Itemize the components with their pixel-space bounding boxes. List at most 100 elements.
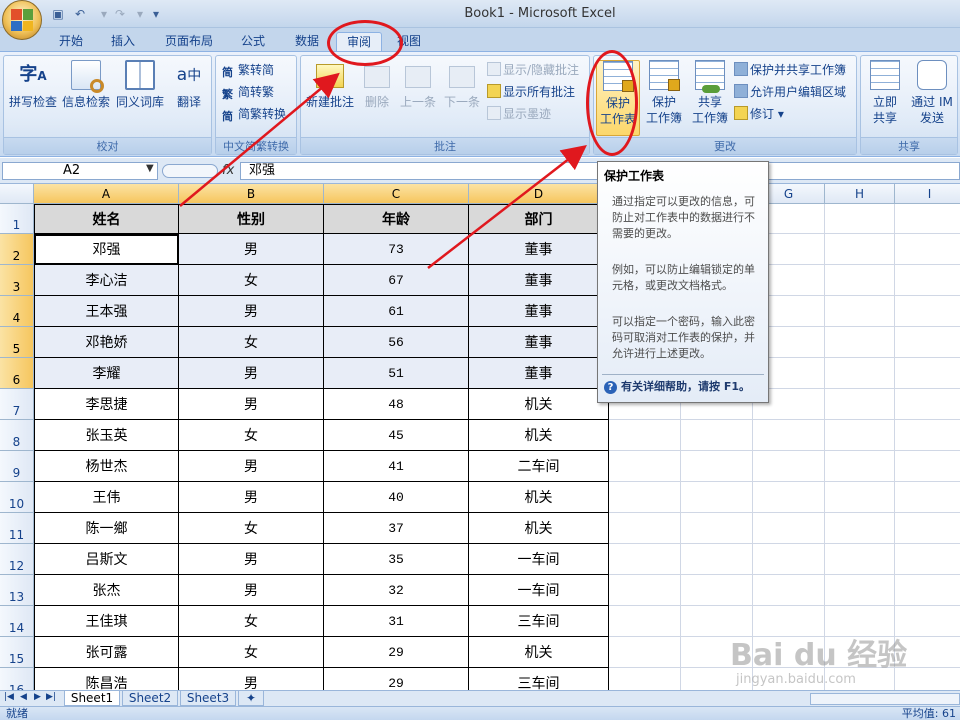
next-comment-button[interactable]: 下一条 (441, 60, 483, 110)
share-now-button[interactable]: 立即 共享 (865, 60, 905, 126)
column-header[interactable]: C (324, 184, 469, 204)
table-cell[interactable]: 男 (179, 451, 324, 482)
table-cell[interactable]: 三车间 (469, 668, 609, 690)
table-cell[interactable]: 29 (324, 668, 469, 690)
table-cell[interactable]: 35 (324, 544, 469, 575)
table-header-cell[interactable]: 年龄 (324, 204, 469, 234)
table-header-cell[interactable]: 性别 (179, 204, 324, 234)
table-cell[interactable]: 邓强 (34, 234, 179, 265)
table-cell[interactable]: 31 (324, 606, 469, 637)
redo-dropdown-icon[interactable]: ▾ (132, 6, 148, 22)
table-cell[interactable]: 29 (324, 637, 469, 668)
row-header[interactable]: 8 (0, 420, 34, 451)
formula-bar-handle[interactable] (162, 164, 218, 178)
table-cell[interactable]: 陈昌浩 (34, 668, 179, 690)
table-cell[interactable]: 女 (179, 420, 324, 451)
table-cell[interactable]: 32 (324, 575, 469, 606)
table-cell[interactable]: 37 (324, 513, 469, 544)
table-header-cell[interactable]: 部门 (469, 204, 609, 234)
tab-home[interactable]: 开始 (50, 32, 92, 52)
horizontal-scrollbar[interactable] (810, 693, 960, 705)
translate-button[interactable]: a中 翻译 (168, 60, 210, 110)
trad-to-simp-button[interactable]: 简繁转简 (222, 60, 274, 80)
row-header[interactable]: 7 (0, 389, 34, 420)
table-cell[interactable]: 机关 (469, 389, 609, 420)
table-cell[interactable]: 男 (179, 544, 324, 575)
table-cell[interactable]: 一车间 (469, 575, 609, 606)
table-cell[interactable]: 董事 (469, 296, 609, 327)
sheet-tab[interactable]: Sheet1 (64, 691, 120, 706)
table-cell[interactable]: 二车间 (469, 451, 609, 482)
insert-function-icon[interactable]: fx (222, 163, 234, 178)
row-header[interactable]: 10 (0, 482, 34, 513)
table-cell[interactable]: 王佳琪 (34, 606, 179, 637)
column-header[interactable]: I (895, 184, 960, 204)
row-header[interactable]: 9 (0, 451, 34, 482)
undo-dropdown-icon[interactable]: ▾ (96, 6, 112, 22)
table-cell[interactable]: 61 (324, 296, 469, 327)
sheet-tab[interactable]: Sheet2 (122, 691, 178, 706)
row-header[interactable]: 6 (0, 358, 34, 389)
column-header[interactable]: H (825, 184, 895, 204)
table-cell[interactable]: 董事 (469, 234, 609, 265)
track-changes-button[interactable]: 修订 ▾ (734, 104, 784, 124)
convert-button[interactable]: 简简繁转换 (222, 104, 286, 124)
name-box-dropdown-icon[interactable]: ▼ (146, 163, 154, 174)
row-header[interactable]: 5 (0, 327, 34, 358)
previous-comment-button[interactable]: 上一条 (397, 60, 439, 110)
sheet-tab[interactable]: Sheet3 (180, 691, 236, 706)
delete-comment-button[interactable]: 删除 (359, 60, 395, 110)
row-header[interactable]: 14 (0, 606, 34, 637)
table-cell[interactable]: 女 (179, 265, 324, 296)
table-cell[interactable]: 机关 (469, 482, 609, 513)
table-cell[interactable]: 董事 (469, 358, 609, 389)
table-cell[interactable]: 张玉英 (34, 420, 179, 451)
table-cell[interactable]: 67 (324, 265, 469, 296)
table-cell[interactable]: 40 (324, 482, 469, 513)
row-header[interactable]: 16 (0, 668, 34, 690)
name-box[interactable]: A2 (2, 162, 158, 180)
table-cell[interactable]: 王伟 (34, 482, 179, 513)
office-button[interactable] (2, 0, 42, 40)
table-header-cell[interactable]: 姓名 (34, 204, 179, 234)
show-all-comments-button[interactable]: 显示所有批注 (487, 82, 575, 102)
table-cell[interactable]: 机关 (469, 637, 609, 668)
insert-sheet-button[interactable]: ✦ (238, 691, 264, 706)
table-cell[interactable]: 女 (179, 327, 324, 358)
table-cell[interactable]: 女 (179, 606, 324, 637)
table-cell[interactable]: 48 (324, 389, 469, 420)
table-cell[interactable]: 机关 (469, 513, 609, 544)
table-cell[interactable]: 男 (179, 482, 324, 513)
table-cell[interactable]: 男 (179, 234, 324, 265)
last-sheet-icon[interactable]: ▶| (46, 692, 56, 702)
send-im-button[interactable]: 通过 IM 发送 (907, 60, 957, 126)
table-cell[interactable]: 吕斯文 (34, 544, 179, 575)
tab-page-layout[interactable]: 页面布局 (158, 32, 220, 52)
row-header[interactable]: 15 (0, 637, 34, 668)
simp-to-trad-button[interactable]: 繁简转繁 (222, 82, 274, 102)
row-header[interactable]: 11 (0, 513, 34, 544)
table-cell[interactable]: 男 (179, 358, 324, 389)
table-cell[interactable]: 45 (324, 420, 469, 451)
table-cell[interactable]: 李心洁 (34, 265, 179, 296)
share-workbook-button[interactable]: 共享 工作簿 (688, 60, 732, 126)
table-cell[interactable]: 男 (179, 575, 324, 606)
show-ink-button[interactable]: 显示墨迹 (487, 104, 551, 124)
tab-insert[interactable]: 插入 (102, 32, 144, 52)
research-button[interactable]: 信息检索 (60, 60, 112, 110)
table-cell[interactable]: 王本强 (34, 296, 179, 327)
row-header[interactable]: 1 (0, 204, 34, 234)
undo-icon[interactable]: ↶ (72, 6, 88, 22)
table-cell[interactable]: 女 (179, 513, 324, 544)
table-cell[interactable]: 51 (324, 358, 469, 389)
table-cell[interactable]: 女 (179, 637, 324, 668)
protect-and-share-button[interactable]: 保护并共享工作簿 (734, 60, 846, 80)
table-cell[interactable]: 男 (179, 296, 324, 327)
table-cell[interactable]: 73 (324, 234, 469, 265)
table-cell[interactable]: 张可露 (34, 637, 179, 668)
table-cell[interactable]: 一车间 (469, 544, 609, 575)
row-header[interactable]: 2 (0, 234, 34, 265)
table-cell[interactable]: 41 (324, 451, 469, 482)
allow-edit-ranges-button[interactable]: 允许用户编辑区域 (734, 82, 846, 102)
table-cell[interactable]: 56 (324, 327, 469, 358)
